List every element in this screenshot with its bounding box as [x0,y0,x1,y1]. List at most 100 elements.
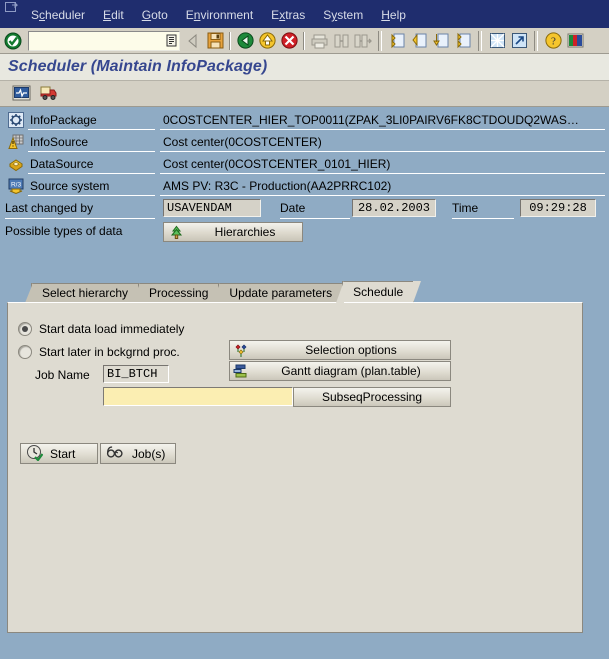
start-later-label: Start later in bckgrnd proc. [39,345,180,359]
menu-item-scheduler[interactable]: Scheduler [22,8,94,23]
hierarchies-button-label: Hierarchies [214,225,276,239]
info-value-infopackage: 0COSTCENTER_HIER_TOP0011(ZPAK_3LI0PAIRV6… [163,113,579,127]
cancel-red-icon[interactable] [278,30,300,52]
source-system-r3-icon: R/3 [8,178,24,194]
svg-text:?: ? [551,36,556,48]
toolbar-group-separator [478,30,482,51]
tab-select-hierarchy[interactable]: Select hierarchy [24,283,147,303]
back-arrow-icon[interactable] [182,30,204,52]
info-label-date: Date [280,201,306,215]
hierarchies-button[interactable]: Hierarchies [163,222,303,242]
infosource-grid-icon [8,134,24,149]
hierarchy-tree-icon [164,225,188,240]
clock-check-icon [26,444,44,464]
toolbar-group-separator [378,30,382,51]
svg-text:R/3: R/3 [11,182,22,189]
print-icon[interactable] [308,30,330,52]
start-button-label: Start [50,446,76,461]
start-later-row[interactable]: Start later in bckgrnd proc. [18,345,180,359]
subseq-processing-button[interactable]: SubseqProcessing [293,387,451,407]
info-row-last-changed: Last changed by USAVENDAM Date 28.02.200… [0,199,609,221]
field-underline [160,195,605,196]
info-label-infosource: InfoSource [30,135,89,149]
start-immediately-radio[interactable] [18,322,32,336]
first-page-icon[interactable] [386,30,408,52]
info-row-infosource: InfoSource Cost center(0COSTCENTER) [0,133,609,152]
job-name-field[interactable]: BI_BTCH [103,365,169,383]
last-page-icon[interactable] [452,30,474,52]
info-row-infopackage: InfoPackage 0COSTCENTER_HIER_TOP0011(ZPA… [0,111,609,130]
tab-processing[interactable]: Processing [132,283,227,303]
start-immediately-row[interactable]: Start data load immediately [18,322,184,336]
info-row-datasource: DataSource Cost center(0COSTCENTER_0101_… [0,155,609,174]
subsequent-process-input[interactable] [103,387,293,406]
application-toolbar [0,81,609,107]
field-underline [28,129,155,130]
main-toolbar: ? [0,28,609,54]
field-underline [5,218,155,219]
enter-check-icon[interactable] [2,30,24,52]
infopackage-details: InfoPackage 0COSTCENTER_HIER_TOP0011(ZPA… [0,107,609,272]
last-changed-by-field: USAVENDAM [163,199,261,217]
menu-item-goto[interactable]: Goto [133,8,177,23]
menu-item-edit[interactable]: Edit [94,8,133,23]
customize-layout-icon[interactable] [564,30,586,52]
start-button[interactable]: Start [20,443,98,464]
field-underline [28,151,155,152]
info-value-source-system: AMS PV: R3C - Production(AA2PRRC102) [163,179,392,193]
delivery-truck-icon[interactable] [37,82,60,105]
menu-items: Scheduler Edit Goto Environment Extras S… [22,8,415,23]
menu-item-environment[interactable]: Environment [177,8,262,23]
monitor-icon[interactable] [10,82,33,105]
command-field-dropdown-icon[interactable] [166,34,177,50]
field-underline [160,151,605,152]
next-page-icon[interactable] [430,30,452,52]
datasource-cube-icon [9,159,23,172]
toolbar-separator [229,31,231,50]
field-underline [160,173,605,174]
save-icon[interactable] [204,30,226,52]
back-yellow-icon[interactable] [256,30,278,52]
tab-strip: Select hierarchy Processing Update param… [7,281,583,303]
menu-item-system[interactable]: System [314,8,372,23]
page-title: Scheduler (Maintain InfoPackage) [8,58,268,75]
tab-update-parameters[interactable]: Update parameters [212,283,350,303]
date-field: 28.02.2003 [352,199,436,217]
job-name-label: Job Name [35,368,90,382]
info-label-source-system: Source system [30,179,110,193]
menu-bar: Scheduler Edit Goto Environment Extras S… [0,0,609,28]
window-system-icon[interactable] [5,2,19,14]
start-immediately-label: Start data load immediately [39,322,185,336]
toolbar-separator [303,31,305,50]
start-later-radio[interactable] [18,345,32,359]
menu-item-help[interactable]: Help [372,8,415,23]
info-value-datasource: Cost center(0COSTCENTER_0101_HIER) [163,157,391,171]
selection-options-button[interactable]: Selection options [229,340,451,360]
schedule-panel: Start data load immediately Start later … [7,302,583,633]
jobs-button[interactable]: Job(s) [100,443,176,464]
help-icon[interactable]: ? [542,30,564,52]
tab-schedule[interactable]: Schedule [336,281,422,303]
screen-title-bar: Scheduler (Maintain InfoPackage) [0,54,609,81]
selection-options-icon [230,343,252,358]
info-label-time: Time [452,201,479,215]
glasses-icon [106,445,125,462]
field-underline [28,173,155,174]
find-icon[interactable] [330,30,352,52]
field-underline [160,129,605,130]
previous-page-icon[interactable] [408,30,430,52]
menu-item-extras[interactable]: Extras [262,8,314,23]
exit-green-icon[interactable] [234,30,256,52]
info-label-infopackage: InfoPackage [30,113,97,127]
new-session-icon[interactable] [486,30,508,52]
create-shortcut-icon[interactable] [508,30,530,52]
selection-options-label: Selection options [305,343,397,357]
gantt-diagram-button[interactable]: Gantt diagram (plan.table) [229,361,451,381]
tab-container: Select hierarchy Processing Update param… [7,281,583,633]
time-field: 09:29:28 [520,199,596,217]
field-underline [28,195,155,196]
find-next-icon[interactable] [352,30,374,52]
info-label-last-changed-by: Last changed by [5,201,94,215]
infopackage-gear-icon [8,112,24,128]
command-field[interactable] [28,30,180,51]
